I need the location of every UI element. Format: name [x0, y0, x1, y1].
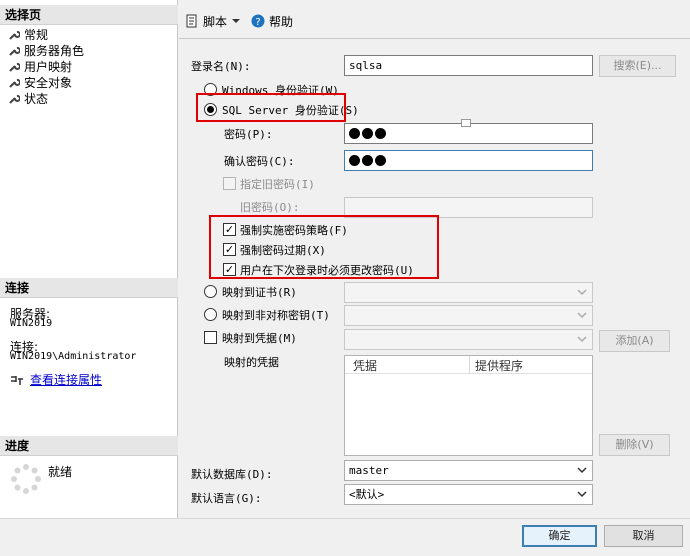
grid-header: 凭据 提供程序 [345, 356, 592, 374]
progress-spinner-icon [11, 464, 41, 494]
login-name-input[interactable]: sqlsa [344, 55, 593, 76]
map-credential-checkbox[interactable] [204, 331, 217, 344]
nav-item-label: 用户映射 [24, 60, 73, 74]
default-lang-select[interactable]: <默认> [344, 484, 593, 505]
cancel-button[interactable]: 取消 [604, 525, 683, 547]
confirm-password-input[interactable] [344, 150, 593, 171]
left-panel: 选择页 常规 服务器角色 用户映射 安全对象 状态 连接 服务器: WIN201… [0, 0, 178, 518]
server-value: WIN2019 [10, 318, 53, 329]
highlight-policy-options [209, 215, 439, 279]
grid-col-separator [469, 356, 470, 374]
cert-select[interactable] [344, 282, 593, 303]
wrench-icon [9, 79, 20, 88]
password-label: 密码(P): [224, 128, 273, 141]
password-mask [349, 151, 592, 170]
help-button[interactable]: ? 帮助 [251, 13, 293, 30]
connection-value: WIN2019\Administrator [10, 351, 137, 362]
old-password-label: 旧密码(O): [240, 201, 300, 214]
specify-old-password-label: 指定旧密码(I) [240, 178, 315, 191]
nav-item-status[interactable]: 状态 [8, 91, 48, 107]
chevron-down-icon [577, 491, 587, 498]
mapped-credentials-label: 映射的凭据 [224, 356, 279, 369]
mapped-credentials-grid[interactable]: 凭据 提供程序 [344, 355, 593, 456]
nav-item-securables[interactable]: 安全对象 [8, 75, 72, 91]
specify-old-password-checkbox[interactable] [223, 177, 236, 190]
nav-item-label: 常规 [24, 28, 49, 42]
progress-status: 就绪 [48, 465, 73, 479]
view-connection-properties-link[interactable]: 查看连接属性 [10, 371, 102, 388]
help-icon: ? [251, 14, 265, 28]
chevron-down-icon [577, 312, 587, 319]
script-button[interactable]: 脚本 [185, 13, 241, 30]
svg-text:?: ? [255, 17, 260, 28]
confirm-password-label: 确认密码(C): [224, 155, 295, 168]
chevron-down-icon [577, 467, 587, 474]
connection-header: 连接 [0, 278, 178, 298]
grid-col-provider: 提供程序 [475, 359, 524, 373]
nav-item-server-roles[interactable]: 服务器角色 [8, 43, 84, 59]
wrench-icon [9, 95, 20, 104]
tooltip-marker [461, 119, 471, 127]
grid-col-credential: 凭据 [353, 359, 378, 373]
chevron-down-icon [577, 336, 587, 343]
ok-button[interactable]: 确定 [522, 525, 597, 547]
nav-item-label: 安全对象 [24, 76, 73, 90]
nav-item-general[interactable]: 常规 [8, 27, 48, 43]
map-asym-key-radio[interactable] [204, 308, 217, 321]
default-db-select[interactable]: master [344, 460, 593, 481]
connection-icon [11, 375, 23, 385]
login-properties-dialog: 选择页 常规 服务器角色 用户映射 安全对象 状态 连接 服务器: WIN201… [0, 0, 690, 556]
wrench-icon [9, 47, 20, 56]
login-name-label: 登录名(N): [191, 60, 251, 73]
wrench-icon [9, 31, 20, 40]
default-lang-label: 默认语言(G): [191, 492, 262, 505]
remove-button[interactable]: 删除(V) [599, 434, 670, 456]
map-asym-key-label: 映射到非对称密钥(T) [222, 309, 330, 322]
search-button[interactable]: 搜索(E)... [599, 55, 676, 77]
chevron-down-icon [577, 289, 587, 296]
nav-item-user-mapping[interactable]: 用户映射 [8, 59, 72, 75]
asym-key-select[interactable] [344, 305, 593, 326]
highlight-sql-auth [196, 93, 346, 122]
nav-item-label: 状态 [24, 92, 49, 106]
default-db-label: 默认数据库(D): [191, 468, 273, 481]
map-credential-label: 映射到凭据(M) [222, 332, 297, 345]
dropdown-arrow-icon[interactable] [231, 17, 241, 25]
map-cert-label: 映射到证书(R) [222, 286, 297, 299]
add-button[interactable]: 添加(A) [599, 330, 670, 352]
progress-header: 进度 [0, 436, 178, 456]
map-cert-radio[interactable] [204, 285, 217, 298]
wrench-icon [9, 63, 20, 72]
toolbar: 脚本 ? 帮助 [179, 6, 293, 36]
credential-select[interactable] [344, 329, 593, 350]
nav-item-label: 服务器角色 [24, 44, 85, 58]
script-icon [186, 14, 197, 28]
select-page-header: 选择页 [0, 5, 178, 25]
